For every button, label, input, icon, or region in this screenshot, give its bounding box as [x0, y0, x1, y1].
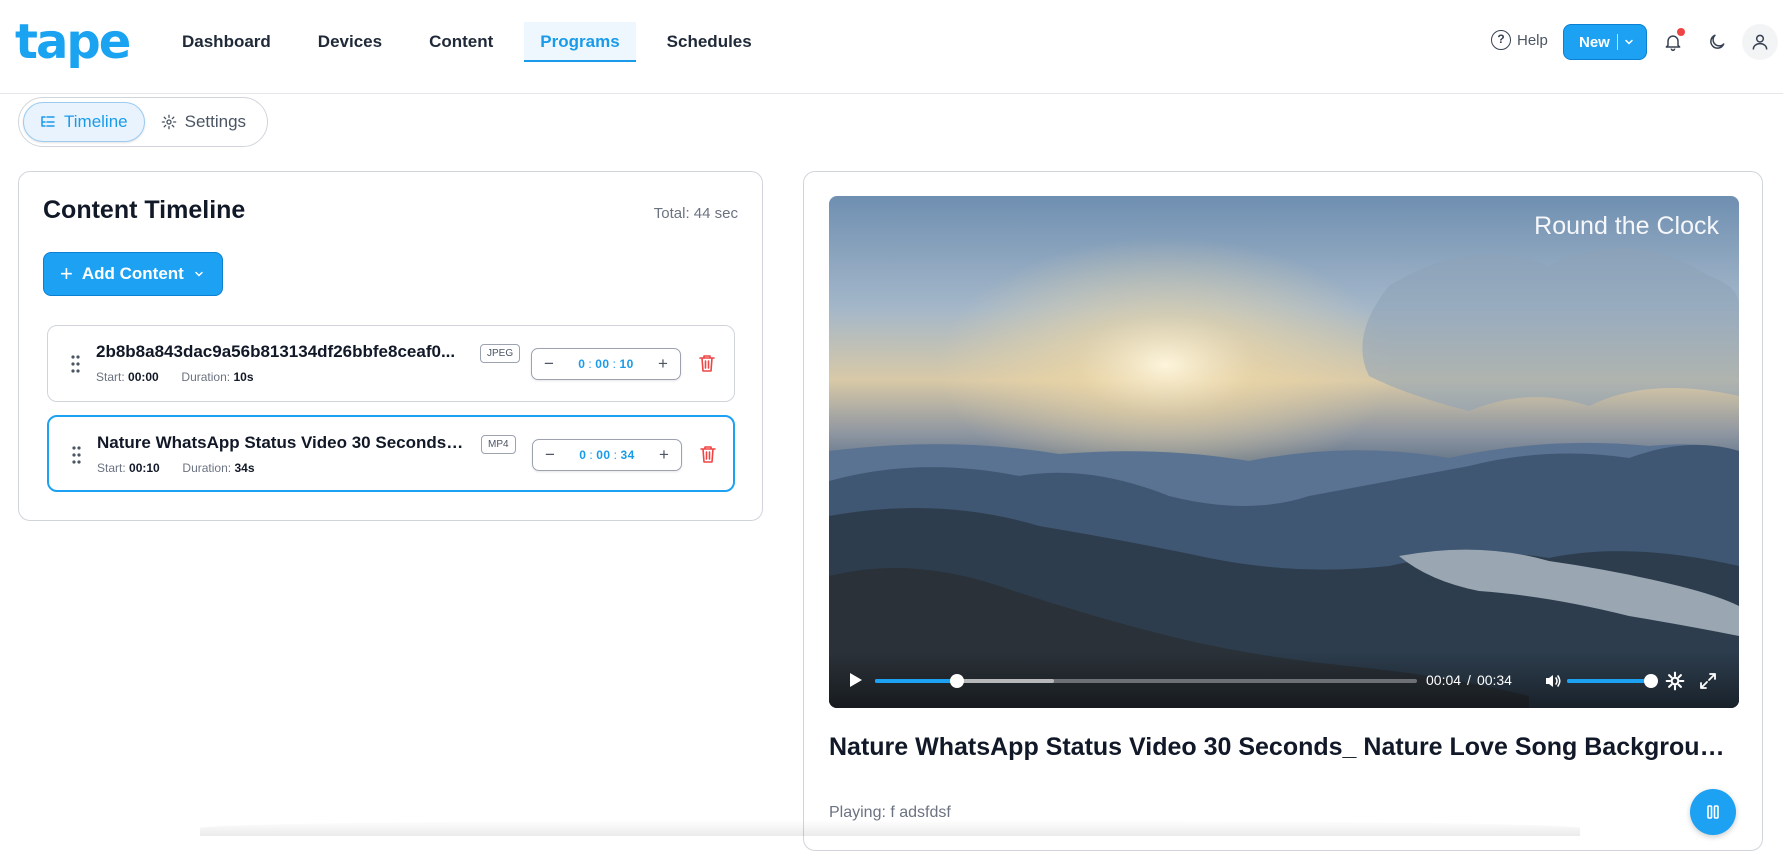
new-button-divider: [1616, 34, 1618, 50]
list-tree-icon: [41, 116, 55, 127]
nav-item-programs[interactable]: Programs: [524, 22, 637, 62]
nav-item-schedules[interactable]: Schedules: [651, 22, 768, 62]
duration-label: Duration:: [181, 370, 231, 384]
top-navbar: tape Dashboard Devices Content Programs …: [0, 0, 1783, 94]
preview-card: Round the Clock 00:04/00:34 Nature Whats…: [803, 171, 1763, 851]
fullscreen-icon[interactable]: [1698, 671, 1718, 691]
user-menu-button[interactable]: [1742, 24, 1778, 60]
plus-icon: +: [60, 261, 73, 286]
timeline-item[interactable]: 2b8b8a843dac9a56b813134df26bbfe8ceaf0...…: [47, 325, 735, 402]
tab-settings[interactable]: Settings: [145, 102, 262, 142]
help-icon: ?: [1491, 30, 1511, 50]
start-label: Start:: [96, 370, 125, 384]
increase-duration-button[interactable]: +: [646, 349, 680, 379]
new-button[interactable]: New: [1563, 24, 1647, 60]
volume-icon[interactable]: [1543, 671, 1563, 691]
video-progress-bar[interactable]: [875, 674, 1417, 688]
program-subtabs: Timeline Settings: [18, 97, 268, 147]
help-label: Help: [1517, 31, 1548, 49]
moon-icon: [1710, 34, 1725, 49]
nav-item-devices[interactable]: Devices: [302, 22, 398, 62]
video-frame-landscape: [829, 196, 1739, 708]
notification-dot: [1677, 28, 1685, 36]
timeline-item-name: 2b8b8a843dac9a56b813134df26bbfe8ceaf0...: [96, 342, 456, 361]
video-progress-handle[interactable]: [950, 674, 965, 688]
chevron-down-icon: [195, 271, 203, 277]
tab-timeline-label: Timeline: [64, 112, 128, 131]
drag-handle-icon[interactable]: [70, 354, 80, 374]
video-progress-fill: [875, 679, 958, 683]
volume-handle[interactable]: [1644, 674, 1658, 688]
duration-stepper: − 0:00:10 +: [531, 348, 681, 380]
notifications-button[interactable]: [1655, 24, 1691, 60]
duration-minutes[interactable]: 00: [595, 357, 609, 371]
tape-logo[interactable]: tape: [15, 12, 131, 72]
duration-minutes[interactable]: 00: [596, 448, 610, 462]
video-title: Nature WhatsApp Status Video 30 Seconds_…: [829, 733, 1739, 761]
current-time: 00:04: [1426, 672, 1462, 688]
video-watermark: Round the Clock: [1534, 212, 1719, 240]
duration-label: Duration:: [182, 461, 232, 475]
duration-seconds[interactable]: 34: [620, 448, 634, 462]
increase-duration-button[interactable]: +: [647, 440, 681, 470]
duration-time-input[interactable]: 0:00:10: [566, 357, 646, 371]
tab-timeline[interactable]: Timeline: [23, 102, 145, 142]
start-label: Start:: [97, 461, 126, 475]
gear-icon[interactable]: [1665, 671, 1685, 691]
bottom-edge-shadow: [200, 820, 1580, 836]
content-timeline-card: Content Timeline Total: 44 sec + Add Con…: [18, 171, 763, 521]
chevron-down-icon[interactable]: [1624, 37, 1634, 47]
gear-icon: [161, 114, 176, 130]
start-value: 00:00: [128, 370, 159, 384]
duration-value: 34s: [234, 461, 255, 475]
duration-stepper: − 0:00:34 +: [532, 439, 682, 471]
nav-item-content[interactable]: Content: [413, 22, 509, 62]
duration-hours[interactable]: 0: [578, 357, 585, 371]
nav-item-dashboard[interactable]: Dashboard: [166, 22, 287, 62]
pause-button[interactable]: [1690, 789, 1736, 835]
timeline-item[interactable]: Nature WhatsApp Status Video 30 Seconds_…: [47, 415, 735, 492]
timeline-item-meta: Start: 00:10 Duration: 34s: [97, 461, 255, 475]
decrease-duration-button[interactable]: −: [532, 349, 566, 379]
video-player[interactable]: Round the Clock 00:04/00:34: [829, 196, 1739, 708]
volume-slider[interactable]: [1567, 674, 1658, 688]
help-link[interactable]: ? Help: [1491, 30, 1548, 50]
user-icon: [1752, 34, 1768, 50]
duration-time-input[interactable]: 0:00:34: [567, 448, 647, 462]
content-timeline-title: Content Timeline: [43, 196, 246, 224]
file-type-badge: MP4: [481, 435, 516, 454]
theme-toggle-button[interactable]: [1699, 24, 1735, 60]
main-nav: Dashboard Devices Content Programs Sched…: [166, 22, 783, 62]
add-content-label: Add Content: [81, 264, 184, 283]
start-value: 00:10: [129, 461, 160, 475]
file-type-badge: JPEG: [480, 344, 521, 363]
tab-settings-label: Settings: [184, 112, 247, 131]
play-icon[interactable]: [845, 670, 865, 690]
timeline-item-meta: Start: 00:00 Duration: 10s: [96, 370, 254, 384]
add-content-button[interactable]: + Add Content: [43, 252, 223, 296]
new-button-label: New: [1579, 33, 1610, 51]
duration-seconds[interactable]: 10: [619, 357, 633, 371]
video-time: 00:04/00:34: [1426, 672, 1512, 688]
drag-handle-icon[interactable]: [71, 445, 81, 465]
total-time: 00:34: [1476, 672, 1512, 688]
timeline-item-name: Nature WhatsApp Status Video 30 Seconds_…: [97, 433, 469, 452]
trash-icon[interactable]: [698, 353, 716, 373]
decrease-duration-button[interactable]: −: [533, 440, 567, 470]
trash-icon[interactable]: [699, 444, 717, 464]
duration-value: 10s: [233, 370, 254, 384]
video-controls: 00:04/00:34: [829, 652, 1739, 708]
pause-icon: [1707, 805, 1719, 819]
volume-fill: [1567, 679, 1651, 683]
duration-hours[interactable]: 0: [579, 448, 586, 462]
timeline-total-duration: Total: 44 sec: [653, 205, 738, 222]
